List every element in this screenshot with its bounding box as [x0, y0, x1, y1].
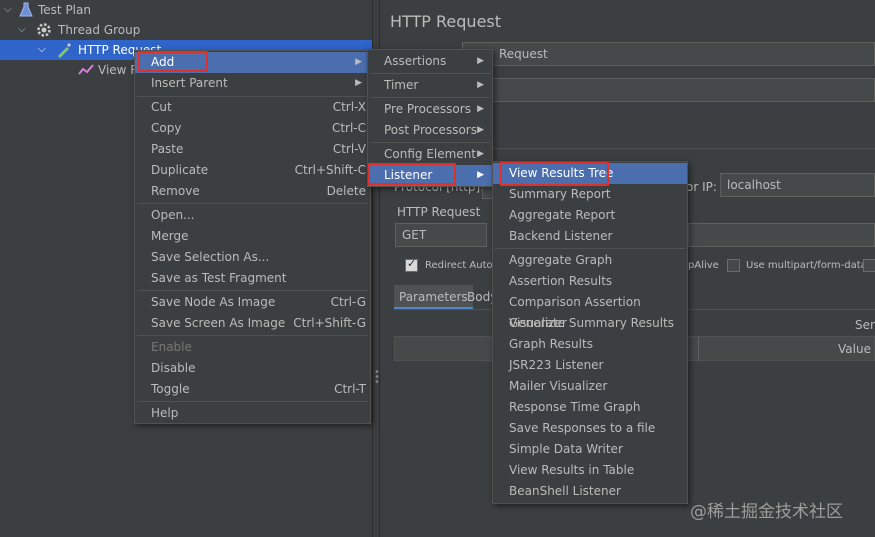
annotation-box-listener [368, 163, 456, 185]
chevron-right-icon: ▶ [477, 56, 484, 66]
submenu-item-graph-results[interactable]: Graph Results [493, 334, 687, 355]
annotation-box-add [138, 51, 208, 72]
submenu-item-backend-listener[interactable]: Backend Listener [493, 226, 687, 247]
split-handle-icon[interactable]: • • • [374, 368, 380, 388]
menu-separator [137, 290, 368, 291]
menu-separator [495, 248, 685, 249]
menu-item-save-screen-image[interactable]: Save Screen As Image Ctrl+Shift-G [135, 313, 370, 334]
menu-separator [137, 203, 368, 204]
pipette-icon [58, 43, 71, 58]
gear-icon [37, 23, 51, 37]
submenu-item-assertion-results[interactable]: Assertion Results [493, 271, 687, 292]
menu-separator [137, 335, 368, 336]
watermark: @稀土掘金技术社区 [690, 502, 843, 522]
comments-field[interactable] [462, 78, 875, 102]
graph-icon [78, 64, 94, 75]
keepalive-label: pAlive [688, 260, 719, 271]
menu-item-help[interactable]: Help [135, 403, 370, 424]
annotation-box-view-results-tree [500, 162, 609, 186]
server-name-field[interactable]: localhost [720, 173, 875, 197]
chevron-right-icon: ▶ [355, 78, 362, 88]
http-request-section-label: HTTP Request [397, 205, 481, 219]
menu-separator [370, 73, 490, 74]
menu-separator [370, 97, 490, 98]
menu-item-save-node-image[interactable]: Save Node As Image Ctrl-G [135, 292, 370, 313]
menu-item-toggle[interactable]: Toggle Ctrl-T [135, 379, 370, 400]
menu-item-copy[interactable]: Copy Ctrl-C [135, 118, 370, 139]
menu-item-cut[interactable]: Cut Ctrl-X [135, 97, 370, 118]
flask-icon [19, 2, 33, 17]
tree-item-thread-group[interactable]: ⌵ Thread Group [0, 20, 372, 40]
tab-parameters[interactable]: Parameters [394, 285, 473, 309]
submenu-item-summary-report[interactable]: Summary Report [493, 184, 687, 205]
browser-headers-checkbox[interactable] [863, 259, 875, 272]
menu-item-duplicate[interactable]: Duplicate Ctrl+Shift-C [135, 160, 370, 181]
chevron-right-icon: ▶ [355, 57, 362, 67]
tree-item-label: Test Plan [38, 3, 91, 17]
column-divider [698, 337, 699, 360]
menu-separator [137, 401, 368, 402]
path-field[interactable] [688, 223, 875, 247]
menu-item-open[interactable]: Open... [135, 205, 370, 226]
listener-submenu: View Results Tree Summary Report Aggrega… [492, 161, 688, 504]
check-icon: ✓ [407, 257, 417, 270]
tree-item-test-plan[interactable]: ⌵ Test Plan [0, 0, 372, 20]
chevron-right-icon: ▶ [477, 149, 484, 159]
tree-item-label: Thread Group [58, 23, 141, 37]
menu-item-enable: Enable [151, 340, 192, 354]
page-title: HTTP Request [390, 12, 502, 31]
submenu-item-response-time-graph[interactable]: Response Time Graph [493, 397, 687, 418]
submenu-item-simple-data-writer[interactable]: Simple Data Writer [493, 439, 687, 460]
chevron-down-icon[interactable]: ⌵ [18, 20, 26, 40]
submenu-item-aggregate-graph[interactable]: Aggregate Graph [493, 250, 687, 271]
menu-item-merge[interactable]: Merge [135, 226, 370, 247]
submenu-item-save-responses[interactable]: Save Responses to a file [493, 418, 687, 439]
multipart-label: Use multipart/form-data [746, 260, 867, 271]
tree-item-label: View R [98, 63, 139, 77]
name-field[interactable]: Request [462, 42, 875, 66]
submenu-item-generate-summary[interactable]: Generate Summary Results [493, 313, 687, 334]
redirect-checkbox[interactable]: ✓ [405, 257, 418, 272]
submenu-item-beanshell-listener[interactable]: BeanShell Listener [493, 481, 687, 502]
menu-item-remove[interactable]: Remove Delete [135, 181, 370, 202]
value-column-header: Value [838, 342, 871, 356]
menu-separator [370, 142, 490, 143]
menu-item-disable[interactable]: Disable [135, 358, 370, 379]
submenu-item-jsr223-listener[interactable]: JSR223 Listener [493, 355, 687, 376]
multipart-checkbox[interactable] [727, 259, 740, 272]
method-select[interactable]: GET [395, 223, 487, 247]
submenu-item-config-element[interactable]: Config Element ▶ [368, 144, 492, 165]
send-params-label: Sen [855, 318, 875, 332]
chevron-down-icon[interactable]: ⌵ [4, 0, 12, 20]
chevron-down-icon[interactable]: ⌵ [38, 40, 46, 60]
submenu-item-mailer-visualizer[interactable]: Mailer Visualizer [493, 376, 687, 397]
menu-item-save-fragment[interactable]: Save as Test Fragment [135, 268, 370, 289]
submenu-item-comparison-assertion[interactable]: Comparison Assertion Visualizer [493, 292, 687, 330]
chevron-right-icon: ▶ [477, 125, 484, 135]
chevron-right-icon: ▶ [477, 170, 484, 180]
context-menu: Add ▶ Insert Parent ▶ Cut Ctrl-X Copy Ctrl-C… [134, 50, 371, 424]
submenu-item-post-processors[interactable]: Post Processors ▶ [368, 120, 492, 141]
submenu-item-pre-processors[interactable]: Pre Processors ▶ [368, 99, 492, 120]
menu-item-paste[interactable]: Paste Ctrl-V [135, 139, 370, 160]
submenu-item-assertions[interactable]: Assertions ▶ [368, 51, 492, 72]
menu-item-insert-parent[interactable]: Insert Parent ▶ [135, 73, 370, 94]
chevron-right-icon: ▶ [477, 80, 484, 90]
menu-item-save-selection[interactable]: Save Selection As... [135, 247, 370, 268]
submenu-item-aggregate-report[interactable]: Aggregate Report [493, 205, 687, 226]
submenu-item-view-results-table[interactable]: View Results in Table [493, 460, 687, 481]
server-label: or IP: [686, 180, 717, 194]
chevron-right-icon: ▶ [477, 104, 484, 114]
submenu-item-timer[interactable]: Timer ▶ [368, 75, 492, 96]
redirect-label: Redirect Autom [425, 260, 503, 271]
